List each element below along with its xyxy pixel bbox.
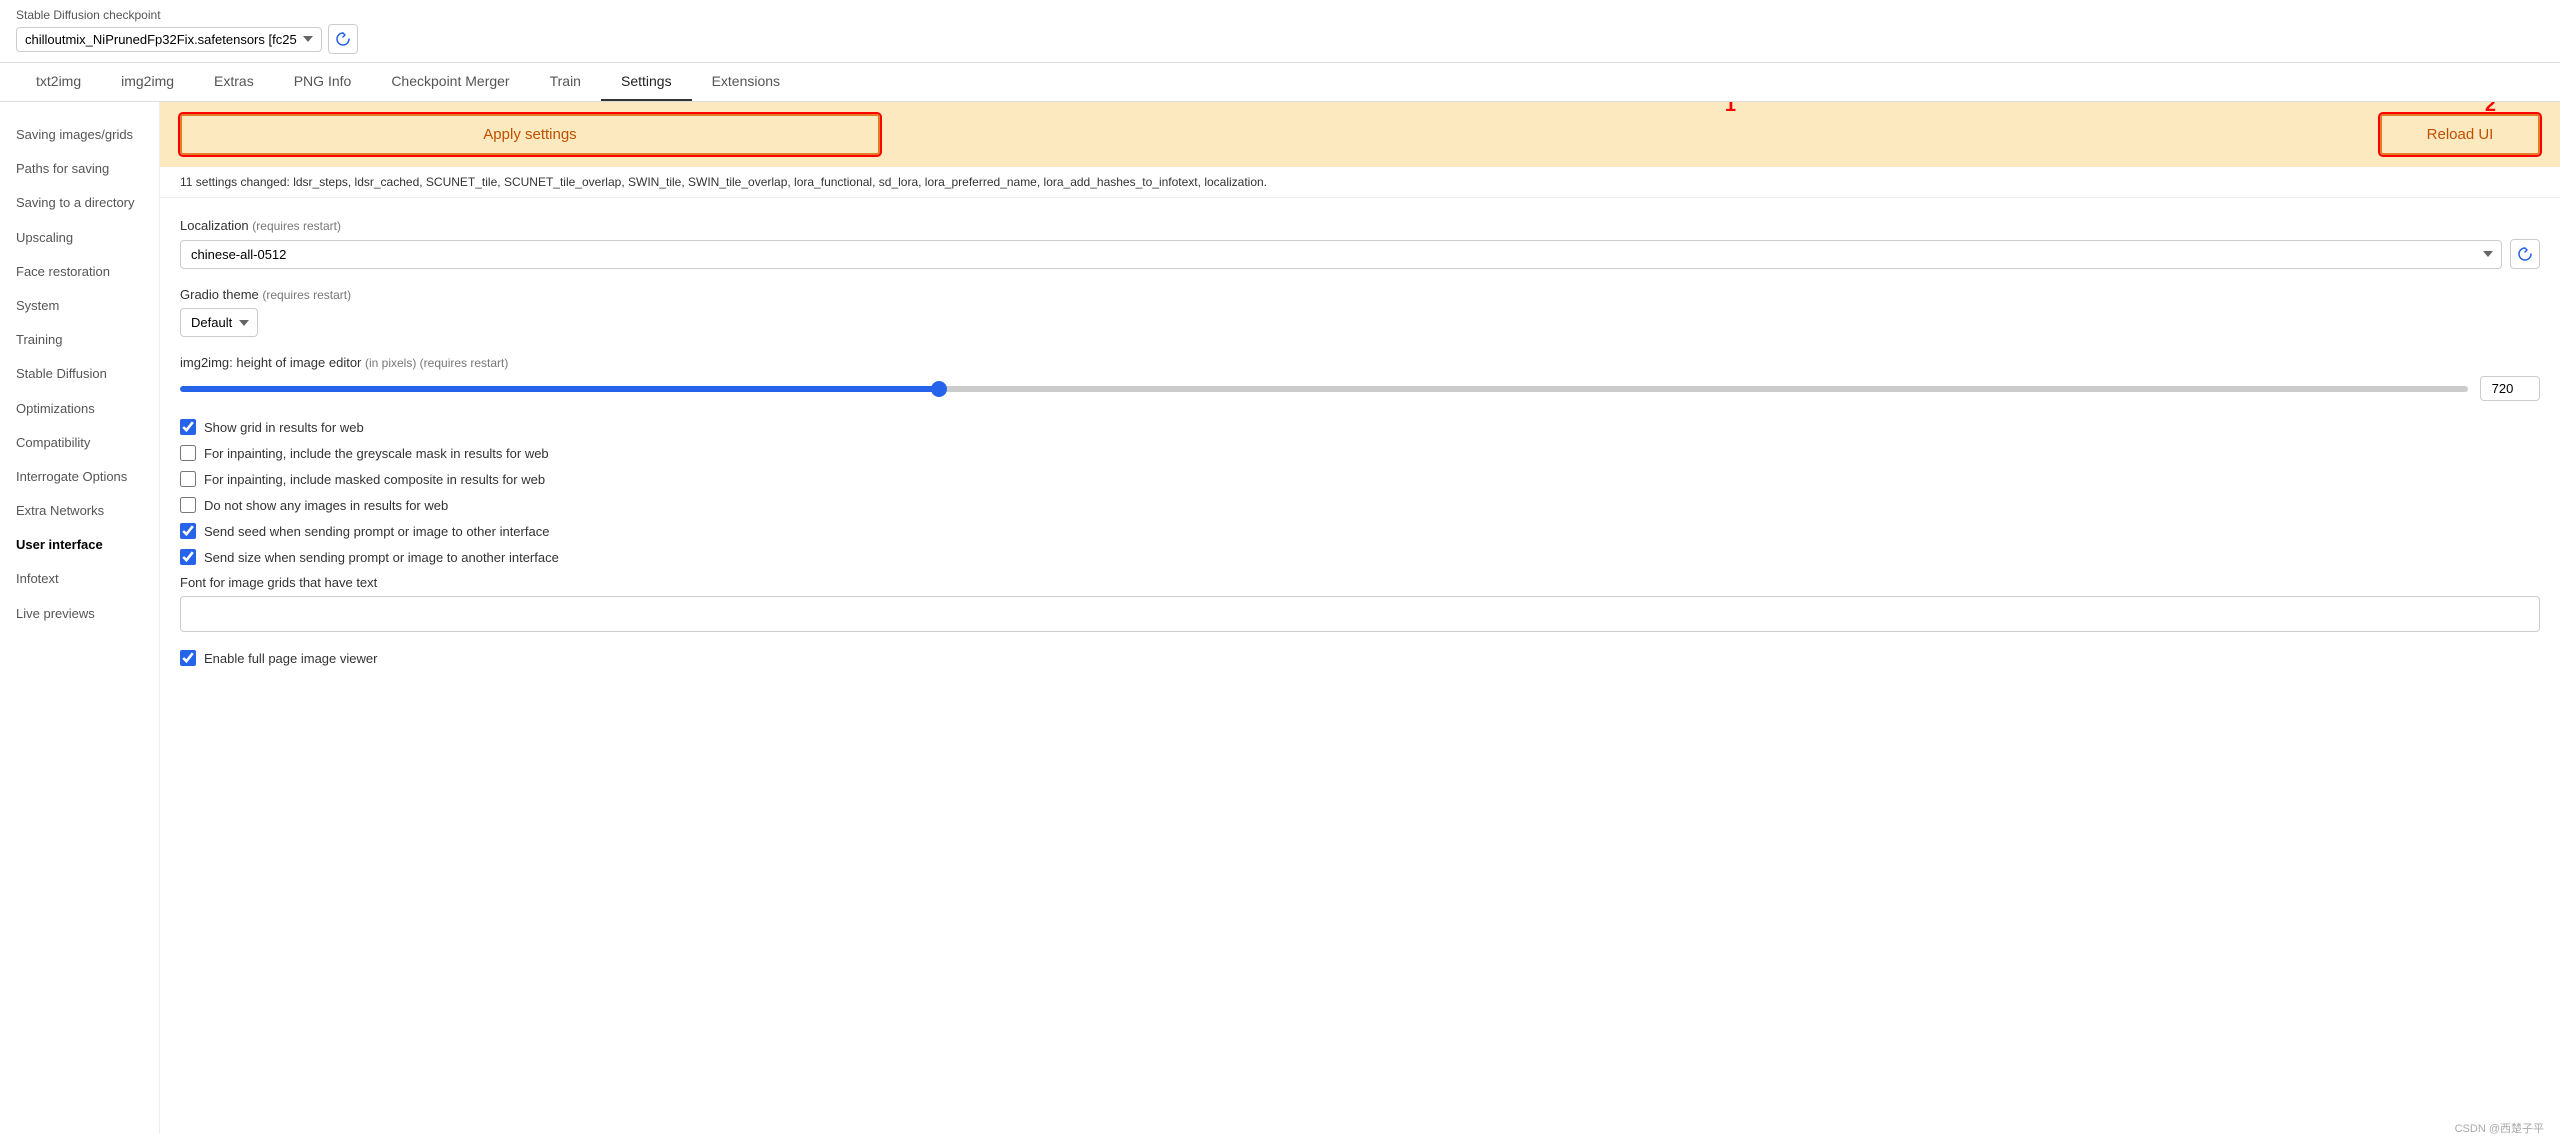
sidebar-item-compatibility[interactable]: Compatibility [0, 426, 159, 460]
img2img-height-note: (in pixels) (requires restart) [365, 356, 508, 370]
inpainting-composite-label: For inpainting, include masked composite… [204, 472, 545, 487]
img2img-height-group: img2img: height of image editor (in pixe… [180, 355, 2540, 401]
main-content: Saving images/grids Paths for saving Sav… [0, 102, 2560, 1134]
img2img-height-value[interactable] [2480, 376, 2540, 401]
tabs-bar: txt2img img2img Extras PNG Info Checkpoi… [0, 63, 2560, 102]
font-grid-group: Font for image grids that have text [180, 575, 2540, 632]
sidebar-item-upscaling[interactable]: Upscaling [0, 221, 159, 255]
tab-txt2img[interactable]: txt2img [16, 63, 101, 101]
checkbox-show-grid: Show grid in results for web [180, 419, 2540, 435]
show-grid-checkbox[interactable] [180, 419, 196, 435]
img2img-height-slider[interactable] [180, 386, 2468, 392]
tab-img2img[interactable]: img2img [101, 63, 194, 101]
sidebar-item-optimizations[interactable]: Optimizations [0, 392, 159, 426]
img2img-height-label: img2img: height of image editor (in pixe… [180, 355, 2540, 370]
sidebar-item-stable-diffusion[interactable]: Stable Diffusion [0, 357, 159, 391]
gradio-theme-group: Gradio theme (requires restart) Default [180, 287, 2540, 337]
sidebar-item-saving-images[interactable]: Saving images/grids [0, 118, 159, 152]
sidebar-item-training[interactable]: Training [0, 323, 159, 357]
inpainting-greyscale-label: For inpainting, include the greyscale ma… [204, 446, 549, 461]
checkpoint-select-wrap: chilloutmix_NiPrunedFp32Fix.safetensors … [16, 24, 358, 54]
checkbox-full-page-viewer: Enable full page image viewer [180, 650, 2540, 666]
annotation-number-1: 1 [1725, 102, 1736, 117]
watermark: CSDN @西楚子平 [2455, 1120, 2544, 1136]
localization-refresh-btn[interactable] [2510, 239, 2540, 269]
checkbox-inpainting-greyscale: For inpainting, include the greyscale ma… [180, 445, 2540, 461]
checkpoint-select[interactable]: chilloutmix_NiPrunedFp32Fix.safetensors … [16, 27, 322, 52]
tab-png-info[interactable]: PNG Info [274, 63, 372, 101]
content-area: 1 Apply settings Reload UI 2 11 settings… [160, 102, 2560, 1134]
gradio-theme-note: (requires restart) [262, 288, 351, 302]
send-size-label: Send size when sending prompt or image t… [204, 550, 559, 565]
localization-select-wrap: chinese-all-0512 [180, 239, 2540, 269]
tab-extensions[interactable]: Extensions [692, 63, 800, 101]
localization-select[interactable]: chinese-all-0512 [180, 240, 2502, 269]
sidebar-item-interrogate-options[interactable]: Interrogate Options [0, 460, 159, 494]
inpainting-greyscale-checkbox[interactable] [180, 445, 196, 461]
sidebar-item-live-previews[interactable]: Live previews [0, 597, 159, 631]
img2img-height-slider-wrap [180, 376, 2540, 401]
sidebar-item-system[interactable]: System [0, 289, 159, 323]
checkbox-inpainting-composite: For inpainting, include masked composite… [180, 471, 2540, 487]
checkpoint-label: Stable Diffusion checkpoint [16, 8, 358, 22]
tab-train[interactable]: Train [530, 63, 601, 101]
font-grid-input[interactable] [180, 596, 2540, 632]
top-bar: Stable Diffusion checkpoint chilloutmix_… [0, 0, 2560, 63]
checkbox-send-size: Send size when sending prompt or image t… [180, 549, 2540, 565]
tab-extras[interactable]: Extras [194, 63, 274, 101]
checkpoint-refresh-btn[interactable] [328, 24, 358, 54]
apply-settings-button[interactable]: Apply settings [180, 114, 880, 155]
sidebar-item-infotext[interactable]: Infotext [0, 562, 159, 596]
sidebar-item-user-interface[interactable]: User interface [0, 528, 159, 562]
send-size-checkbox[interactable] [180, 549, 196, 565]
sidebar-item-face-restoration[interactable]: Face restoration [0, 255, 159, 289]
checkbox-no-images: Do not show any images in results for we… [180, 497, 2540, 513]
checkpoint-section: Stable Diffusion checkpoint chilloutmix_… [16, 8, 358, 54]
settings-changed-message: 11 settings changed: ldsr_steps, ldsr_ca… [160, 167, 2560, 198]
send-seed-label: Send seed when sending prompt or image t… [204, 524, 549, 539]
inpainting-composite-checkbox[interactable] [180, 471, 196, 487]
gradio-theme-select[interactable]: Default [180, 308, 258, 337]
no-images-checkbox[interactable] [180, 497, 196, 513]
gradio-theme-label: Gradio theme (requires restart) [180, 287, 2540, 302]
send-seed-checkbox[interactable] [180, 523, 196, 539]
localization-group: Localization (requires restart) chinese-… [180, 218, 2540, 269]
sidebar: Saving images/grids Paths for saving Sav… [0, 102, 160, 1134]
sidebar-item-saving-to-dir[interactable]: Saving to a directory [0, 186, 159, 220]
no-images-label: Do not show any images in results for we… [204, 498, 448, 513]
sidebar-item-paths-for-saving[interactable]: Paths for saving [0, 152, 159, 186]
full-page-viewer-checkbox[interactable] [180, 650, 196, 666]
show-grid-label: Show grid in results for web [204, 420, 364, 435]
settings-panel: Localization (requires restart) chinese-… [160, 198, 2560, 696]
reload-ui-button[interactable]: Reload UI [2380, 114, 2540, 155]
tab-settings[interactable]: Settings [601, 63, 692, 101]
localization-note: (requires restart) [252, 219, 341, 233]
font-grid-label: Font for image grids that have text [180, 575, 2540, 590]
apply-bar: 1 Apply settings Reload UI 2 [160, 102, 2560, 167]
full-page-viewer-label: Enable full page image viewer [204, 651, 377, 666]
tab-checkpoint-merger[interactable]: Checkpoint Merger [371, 63, 529, 101]
sidebar-item-extra-networks[interactable]: Extra Networks [0, 494, 159, 528]
localization-label: Localization (requires restart) [180, 218, 2540, 233]
checkbox-send-seed: Send seed when sending prompt or image t… [180, 523, 2540, 539]
